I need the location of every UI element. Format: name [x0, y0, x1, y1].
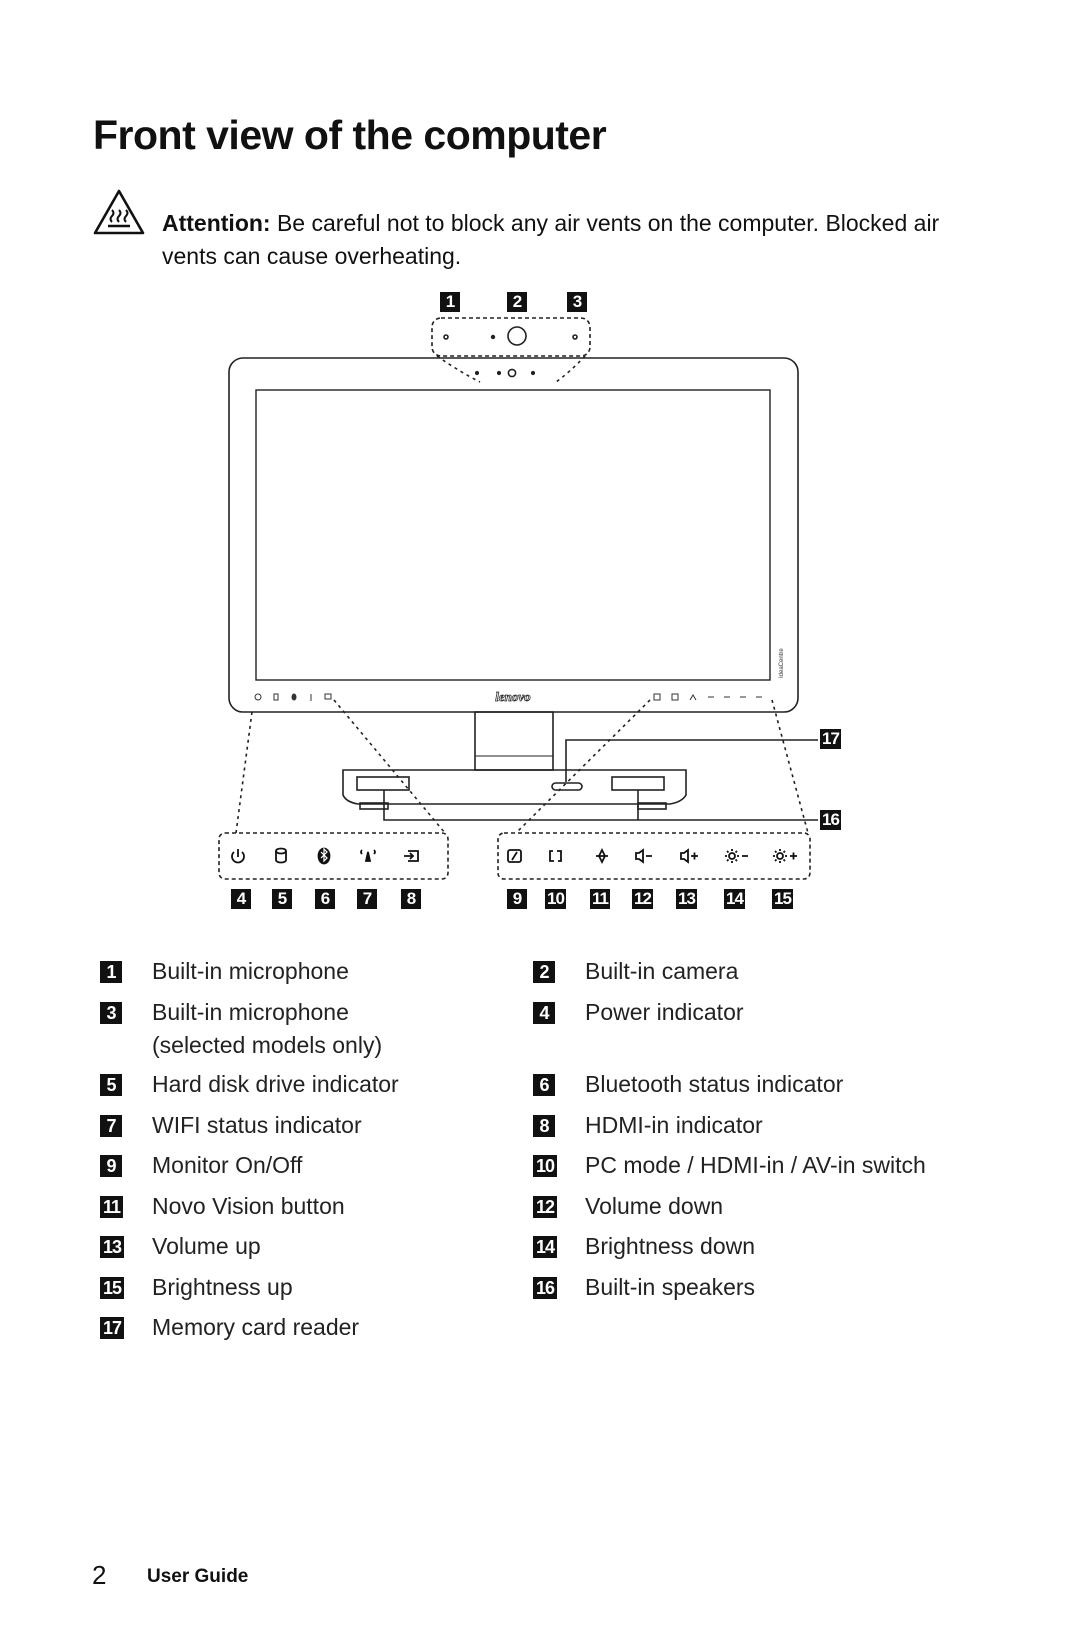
- hdmi-input-icon: [404, 850, 419, 862]
- legend-label: Novo Vision button: [152, 1193, 345, 1219]
- legend-label-note: (selected models only): [152, 1032, 383, 1058]
- monitor-screen: [255, 389, 771, 681]
- volume-down-icon: [635, 848, 652, 864]
- legend-number: 6: [533, 1074, 555, 1096]
- legend-label: Volume up: [152, 1233, 261, 1259]
- legend-number: 17: [100, 1317, 125, 1339]
- legend-number: 2: [533, 961, 555, 983]
- callout-15: 15: [772, 889, 793, 909]
- legend-number: 8: [533, 1115, 555, 1137]
- legend-number: 12: [533, 1196, 558, 1218]
- callout-3: 3: [567, 292, 587, 312]
- legend-number: 5: [100, 1074, 122, 1096]
- legend-label: Volume down: [585, 1193, 724, 1219]
- callout-17: 17: [820, 729, 841, 749]
- volume-up-icon: [680, 848, 698, 864]
- microphone-left-icon: [443, 334, 449, 340]
- legend-label: Memory card reader: [152, 1314, 360, 1340]
- document-title: User Guide: [147, 1566, 249, 1587]
- ideacentre-side-label: IdeaCentre: [779, 648, 785, 678]
- page-number: 2: [92, 1560, 107, 1590]
- legend-label: Brightness down: [585, 1233, 756, 1259]
- callout-14: 14: [724, 889, 745, 909]
- legend-label: Hard disk drive indicator: [152, 1071, 399, 1097]
- callout-11: 11: [590, 889, 610, 909]
- speaker-left: [356, 776, 410, 791]
- mode-switch-icon: [549, 850, 562, 862]
- microphone-right-icon: [572, 334, 578, 340]
- callout-6: 6: [315, 889, 335, 909]
- legend-number: 3: [100, 1002, 122, 1024]
- brightness-up-icon: [773, 849, 797, 863]
- callout-16: 16: [820, 810, 841, 830]
- monitor-bezel: [228, 357, 799, 713]
- legend-number: 1: [100, 961, 122, 983]
- right-button-panel: [497, 832, 811, 880]
- legend-number: 11: [100, 1196, 124, 1218]
- legend-number: 15: [100, 1277, 125, 1299]
- legend-label: Monitor On/Off: [152, 1152, 303, 1178]
- callout-5: 5: [272, 889, 292, 909]
- legend-label: Built-in microphone: [152, 958, 349, 984]
- legend-label: Bluetooth status indicator: [585, 1071, 844, 1097]
- camera-detail-box: [431, 317, 591, 357]
- novo-vision-icon: [596, 847, 608, 865]
- callout-1: 1: [440, 292, 460, 312]
- callout-10: 10: [545, 889, 566, 909]
- power-icon: [231, 849, 245, 864]
- callout-2: 2: [507, 292, 527, 312]
- legend-number: 4: [533, 1002, 555, 1024]
- callout-12: 12: [632, 889, 653, 909]
- legend-number: 9: [100, 1155, 122, 1177]
- legend-label: PC mode / HDMI-in / AV-in switch: [585, 1152, 926, 1178]
- legend-number: 7: [100, 1115, 122, 1137]
- memory-card-slot: [551, 782, 583, 791]
- wifi-antenna-icon: [360, 849, 376, 862]
- legend-number: 16: [533, 1277, 558, 1299]
- brightness-down-icon: [725, 849, 748, 863]
- callout-13: 13: [676, 889, 697, 909]
- legend-number: 14: [533, 1236, 558, 1258]
- bluetooth-icon: [317, 847, 331, 865]
- legend-number: 13: [100, 1236, 125, 1258]
- camera-lens-icon: [507, 326, 527, 346]
- legend-label: WIFI status indicator: [152, 1112, 362, 1138]
- hard-disk-icon: [275, 847, 287, 864]
- front-view-diagram: lenovo IdeaCentre: [218, 317, 818, 880]
- lenovo-logo: lenovo: [495, 689, 531, 704]
- monitor-onoff-icon: [507, 849, 522, 863]
- legend-label: Power indicator: [585, 999, 744, 1025]
- legend-label: Built-in speakers: [585, 1274, 756, 1300]
- callout-9: 9: [507, 889, 527, 909]
- callout-8: 8: [401, 889, 421, 909]
- stand-neck: [474, 711, 554, 771]
- legend-label: Built-in camera: [585, 958, 739, 984]
- callout-4: 4: [231, 889, 251, 909]
- speaker-right: [611, 776, 665, 791]
- callout-7: 7: [357, 889, 377, 909]
- legend-label: Built-in microphone: [152, 999, 349, 1025]
- legend-label: HDMI-in indicator: [585, 1112, 763, 1138]
- legend-number: 10: [533, 1155, 558, 1177]
- stand-base: [342, 769, 687, 805]
- legend-label: Brightness up: [152, 1274, 293, 1300]
